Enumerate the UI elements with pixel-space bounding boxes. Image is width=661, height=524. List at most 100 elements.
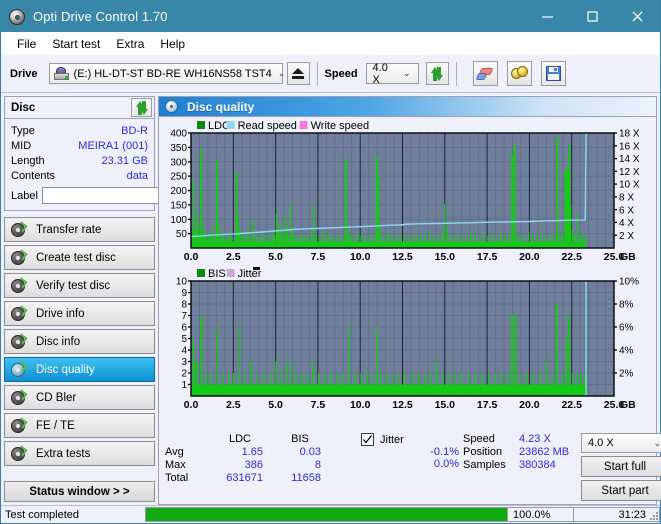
stats-col-blank	[165, 433, 209, 445]
drive-icon	[53, 67, 69, 80]
resize-grip-icon[interactable]	[648, 510, 658, 520]
svg-text:16 X: 16 X	[619, 141, 640, 152]
stats-row-total-label: Total	[165, 472, 189, 484]
svg-text:6 X: 6 X	[619, 205, 634, 216]
svg-text:0.0: 0.0	[184, 251, 199, 263]
close-button[interactable]	[615, 1, 660, 32]
speed-select-value: 4.0 X	[372, 61, 388, 86]
jitter-label: Jitter	[380, 433, 404, 446]
sidebar-item-disc-quality[interactable]: Disc quality	[4, 357, 155, 382]
progress-percent: 100.0%	[508, 507, 574, 522]
samples-stat-label: Samples	[463, 459, 506, 471]
svg-text:20.0: 20.0	[519, 251, 540, 263]
drive-select[interactable]: (E:) HL-DT-ST BD-RE WH16NS58 TST4 ⌄	[48, 63, 285, 84]
sidebar-item-verify-test-disc[interactable]: Verify test disc	[4, 273, 155, 298]
toolbar-right-group	[472, 61, 566, 86]
sidebar-item-extra-tests[interactable]: Extra tests	[4, 441, 155, 466]
elapsed-time-value: 31:23	[618, 508, 646, 521]
speed-select[interactable]: 4.0 X ⌄	[365, 61, 419, 86]
speed-stat-label: Speed	[463, 433, 495, 445]
sidebar-item-label: Drive info	[36, 307, 85, 320]
disc-row-key: Type	[11, 124, 35, 137]
sidebar-item-create-test-disc[interactable]: Create test disc	[4, 245, 155, 270]
disc-panel-header: Disc	[5, 97, 154, 119]
svg-text:250: 250	[170, 172, 187, 183]
disc-label-key: Label	[11, 189, 38, 202]
stats-row-max-label: Max	[165, 459, 186, 471]
window-title: Opti Drive Control 1.70	[33, 9, 168, 24]
statistics-panel: LDC BIS Avg 1.65 0.03 Max 386 8 Total 63…	[159, 431, 661, 504]
sidebar-item-label: Disc quality	[36, 363, 95, 376]
svg-text:200: 200	[170, 186, 187, 197]
svg-text:Read speed: Read speed	[238, 120, 297, 132]
drive-select-value: (E:) HL-DT-ST BD-RE WH16NS58 TST4	[73, 67, 272, 80]
svg-text:3: 3	[181, 357, 187, 368]
status-window-button[interactable]: Status window > >	[4, 481, 155, 502]
erase-button[interactable]	[472, 61, 498, 86]
stats-max-bis: 8	[314, 459, 321, 471]
drive-label: Drive	[10, 67, 38, 80]
menu-start-test[interactable]: Start test	[44, 35, 108, 53]
menu-extra[interactable]: Extra	[108, 35, 152, 53]
disc-refresh-button[interactable]	[131, 98, 152, 117]
menu-file[interactable]: File	[9, 35, 44, 53]
start-full-button[interactable]: Start full	[581, 456, 661, 477]
sidebar-item-label: FE / TE	[36, 419, 75, 432]
sidebar-item-fe-te[interactable]: FE / TE	[4, 413, 155, 438]
save-button[interactable]	[540, 61, 566, 86]
svg-text:9: 9	[181, 288, 187, 299]
svg-text:7.5: 7.5	[311, 251, 326, 263]
test-speed-select[interactable]: 4.0 X ⌄	[581, 433, 661, 453]
disc-row-value: 23.31 GB	[101, 154, 148, 167]
svg-text:17.5: 17.5	[477, 399, 498, 411]
ldc-chart[interactable]: 50 100 150 200 250 300 350 400 2 X 4 X 6 X8 X 10 X 1…	[159, 117, 656, 265]
stats-total-ldc: 631671	[226, 472, 263, 484]
sidebar-nav: Transfer rate Create test disc Verify te…	[4, 217, 155, 466]
svg-text:8%: 8%	[619, 300, 634, 311]
position-stat-label: Position	[463, 446, 503, 458]
disc-row-key: Contents	[11, 169, 56, 182]
svg-text:1: 1	[181, 380, 187, 391]
sidebar-item-cd-bler[interactable]: CD Bler	[4, 385, 155, 410]
sidebar-item-label: CD Bler	[36, 391, 77, 404]
disc-info-panel: Disc Type BD-R MID MEIRA1 (001) Length 2…	[4, 96, 250, 211]
sidebar-item-label: Create test disc	[36, 251, 116, 264]
test-actions: 4.0 X ⌄ Start full Start part	[581, 433, 661, 501]
jitter-checkbox[interactable]	[361, 433, 374, 446]
svg-text:150: 150	[170, 201, 187, 212]
maximize-button[interactable]	[570, 1, 615, 32]
disc-icon	[11, 446, 25, 461]
sidebar-item-label: Extra tests	[36, 447, 91, 460]
stats-avg-bis: 0.03	[299, 446, 321, 458]
toolbar-separator-2	[455, 61, 457, 86]
stats-max-ldc: 386	[244, 459, 263, 471]
main-pane: Disc quality 50 100 150 200 250 300 350 400 2 X 4…	[158, 93, 661, 505]
window-controls	[525, 1, 660, 32]
quality-button[interactable]	[506, 61, 532, 86]
eraser-icon	[475, 67, 494, 81]
disc-row-value: BD-R	[121, 124, 148, 137]
refresh-button[interactable]	[425, 62, 449, 85]
svg-text:22.5: 22.5	[561, 399, 582, 411]
start-part-button[interactable]: Start part	[581, 480, 661, 501]
position-stats: Speed 4.23 X Position 23862 MB Samples 3…	[463, 433, 581, 501]
svg-text:8: 8	[181, 300, 187, 311]
sidebar-item-disc-info[interactable]: Disc info	[4, 329, 155, 354]
disc-icon	[11, 418, 25, 433]
minimize-button[interactable]	[525, 1, 570, 32]
svg-text:300: 300	[170, 157, 187, 168]
floppy-save-icon	[545, 66, 561, 81]
svg-text:2: 2	[181, 369, 187, 380]
svg-text:7: 7	[181, 311, 187, 322]
svg-text:4%: 4%	[619, 346, 634, 357]
disc-panel-title: Disc	[11, 101, 36, 114]
svg-text:10.0: 10.0	[350, 399, 371, 411]
svg-text:15.0: 15.0	[435, 399, 456, 411]
svg-text:15.0: 15.0	[435, 251, 456, 263]
sidebar-item-drive-info[interactable]: Drive info	[4, 301, 155, 326]
menu-help[interactable]: Help	[152, 35, 193, 53]
sidebar-item-transfer-rate[interactable]: Transfer rate	[4, 217, 155, 242]
sidebar: Disc Type BD-R MID MEIRA1 (001) Length 2…	[1, 93, 250, 505]
bis-chart[interactable]: 1 2 3 4 5 6 7 8 9 10 2% 4% 6% 8% 10% 0.0 2.5 5.0 7.5 10.0 12…	[159, 265, 656, 413]
test-speed-value: 4.0 X	[588, 437, 614, 449]
